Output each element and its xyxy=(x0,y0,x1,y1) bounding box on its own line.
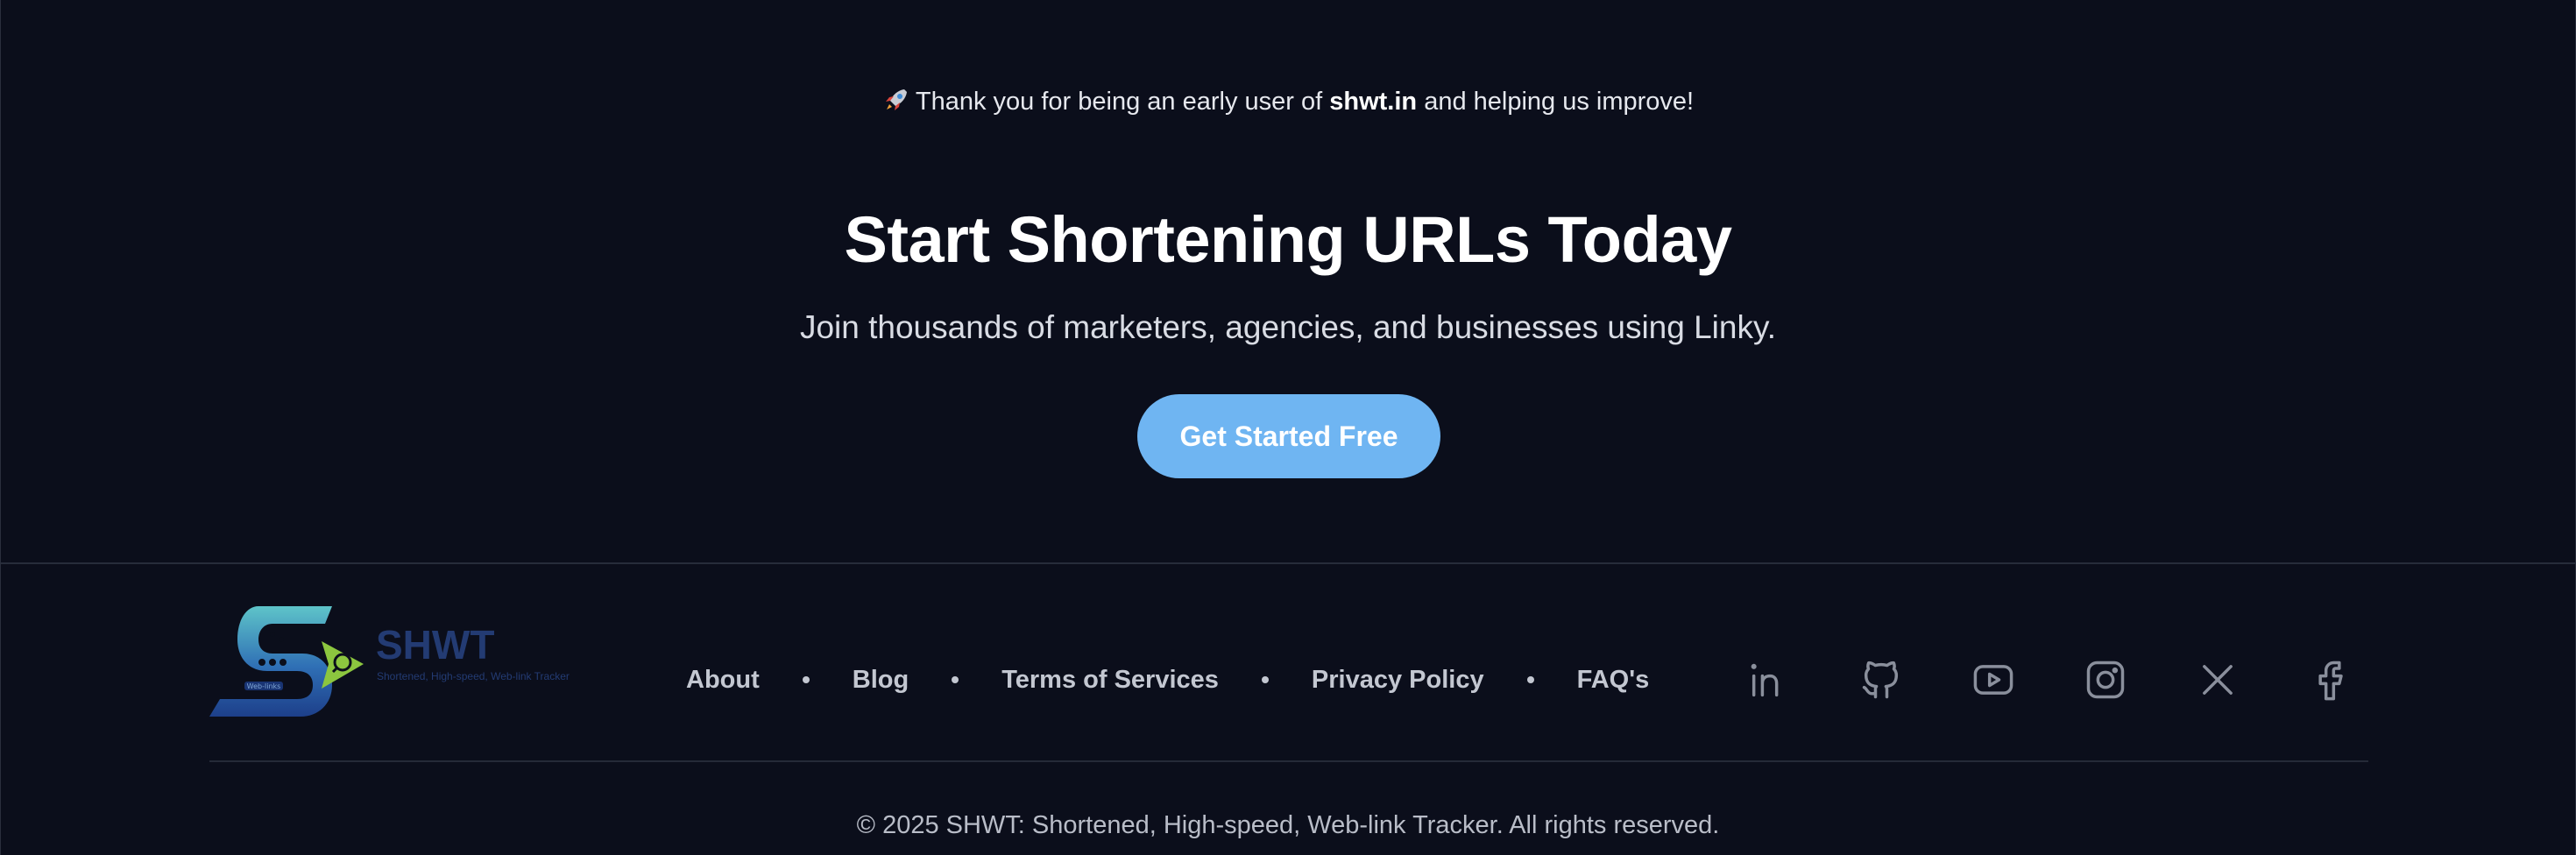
footer-nav: About Blog Terms of Services Privacy Pol… xyxy=(686,662,1649,697)
youtube-link[interactable] xyxy=(1971,657,2016,703)
youtube-icon xyxy=(1973,665,2013,695)
footer-link-faq[interactable]: FAQ's xyxy=(1577,666,1650,695)
nav-separator xyxy=(802,676,810,683)
github-icon xyxy=(1862,661,1899,699)
early-user-notice: Thank you for being an early user of shw… xyxy=(1,84,2575,119)
footer-divider xyxy=(209,760,2368,762)
page: Thank you for being an early user of shw… xyxy=(0,0,2576,855)
facebook-icon xyxy=(2318,661,2343,701)
rocket-icon xyxy=(885,89,907,110)
footer-link-privacy[interactable]: Privacy Policy xyxy=(1312,666,1484,695)
notice-prefix: Thank you for being an early user of xyxy=(915,88,1323,116)
footer-link-about[interactable]: About xyxy=(686,666,760,695)
cta-subline: Join thousands of marketers, agencies, a… xyxy=(799,309,1777,345)
x-icon xyxy=(2203,665,2233,695)
nav-separator xyxy=(952,676,959,683)
linkedin-link[interactable] xyxy=(1746,657,1792,703)
x-link[interactable] xyxy=(2195,657,2240,703)
copyright-text: © 2025 SHWT: Shortened, High-speed, Web-… xyxy=(856,811,1720,839)
logo-wordmark: SHWT xyxy=(376,622,494,668)
notice-suffix: and helping us improve! xyxy=(1424,88,1695,116)
linkedin-icon xyxy=(1751,663,1779,697)
cta-section: Thank you for being an early user of shw… xyxy=(1,0,2575,564)
facebook-link[interactable] xyxy=(2307,657,2353,703)
nav-separator xyxy=(1261,676,1269,683)
notice-brand: shwt.in xyxy=(1329,88,1418,116)
instagram-icon xyxy=(2086,661,2125,699)
footer-link-terms[interactable]: Terms of Services xyxy=(1001,666,1219,695)
cta-headline: Start Shortening URLs Today xyxy=(844,203,1732,276)
logo-badge: Web-links xyxy=(247,682,281,690)
get-started-button[interactable]: Get Started Free xyxy=(1137,394,1440,478)
github-link[interactable] xyxy=(1858,657,1904,703)
logo-tagline: Shortened, High-speed, Web-link Tracker xyxy=(377,670,570,682)
nav-separator xyxy=(1526,676,1534,683)
site-footer: Web-links SHWT Shortened, High-speed, We… xyxy=(1,564,2575,855)
shwt-logo[interactable]: Web-links SHWT Shortened, High-speed, We… xyxy=(209,606,595,720)
footer-link-blog[interactable]: Blog xyxy=(853,666,909,695)
instagram-link[interactable] xyxy=(2083,657,2128,703)
social-links xyxy=(1746,657,2353,703)
